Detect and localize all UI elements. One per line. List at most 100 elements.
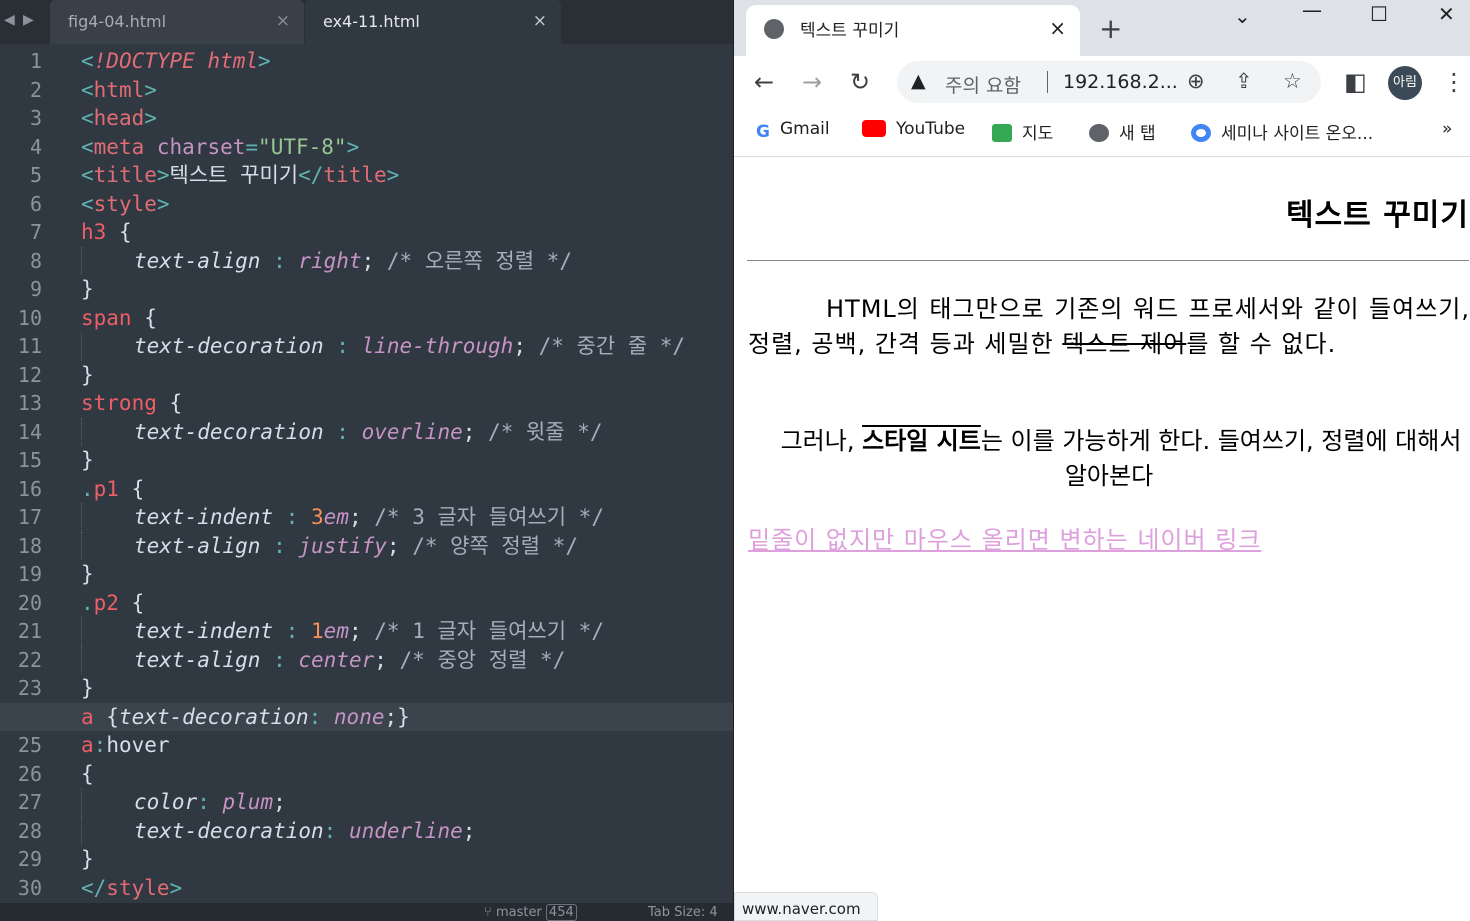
bookmark-gmail[interactable]: G Gmail [756,119,830,142]
line-number: 10 [17,305,42,330]
naver-link[interactable]: 밑줄이 없지만 마우스 올리면 변하는 네이버 링크 [748,520,1261,555]
google-icon: G [756,122,770,142]
code-line-16: .p1 { [81,476,145,501]
line-number: 9 [29,277,42,301]
line-number: 18 [17,533,42,558]
code-line-23: } [81,676,94,700]
bookmark-star-icon[interactable]: ☆ [1283,69,1302,93]
line-number: 3 [29,106,42,130]
tab-forward-icon[interactable]: ▶ [23,12,34,28]
close-icon[interactable]: × [533,11,547,31]
code-line-13: strong { [81,391,183,415]
code-line-10: span { [81,305,157,330]
tab-back-icon[interactable]: ◀ [4,12,15,28]
code-line-6: <style> [81,191,170,216]
code-line-7: h3 { [81,220,132,244]
browser-tab[interactable]: 텍스트 꾸미기 × [746,5,1080,56]
status-url-bubble: www.naver.com [734,892,878,921]
line-number: 17 [17,505,42,529]
profile-avatar[interactable]: 아림 [1388,66,1422,100]
close-icon[interactable]: × [1049,16,1066,40]
code-line-18: text-align : justify; /* 양쪽 정렬 */ [81,531,733,560]
line-number: 11 [17,334,42,358]
overline-text: 스타일 시트 [862,427,981,455]
reload-icon[interactable]: ↻ [850,68,870,96]
line-number: 7 [29,220,42,244]
maps-icon [992,124,1012,142]
line-number: 20 [17,590,42,615]
warning-icon[interactable]: ▲ [911,70,926,92]
minimize-icon[interactable]: — [1302,0,1322,22]
code-line-2: <html> [81,77,157,102]
line-number: 22 [17,647,42,672]
address-bar[interactable]: ▲ 주의 요함 192.168.2... ⊕ ⇪ ☆ [897,61,1321,103]
new-tab-button[interactable]: + [1099,12,1122,45]
browser-window: 텍스트 꾸미기 × + ⌄ — ☐ ✕ ← → ↻ ▲ 주의 요함 192.16… [733,0,1470,921]
line-number: 12 [17,362,42,387]
code-line-14: text-decoration : overline; /* 윗줄 */ [81,417,733,446]
close-icon[interactable]: × [276,11,290,31]
code-line-26: { [81,761,94,786]
code-line-25: a:hover [81,733,170,757]
bookmark-seminar[interactable]: 세미나 사이트 온오... [1191,119,1373,144]
globe-icon [1089,124,1109,142]
bookmark-maps[interactable]: 지도 [992,119,1053,144]
chrome-icon [1191,124,1211,142]
tab-search-icon[interactable]: ⌄ [1234,4,1251,28]
code-line-17: text-indent : 3em; /* 3 글자 들여쓰기 */ [81,503,733,532]
url-text[interactable]: 192.168.2... [1063,71,1178,93]
code-line-27: color: plum; [81,788,733,817]
editor-status-bar: ⑂ master 454 Tab Size: 4 [0,903,733,921]
share-icon[interactable]: ⇪ [1235,69,1253,93]
tab-size[interactable]: Tab Size: 4 [648,905,718,920]
editor-tab-bar: ◀ ▶ fig4-04.html × ex4-11.html × [0,0,733,44]
code-line-5: <title>텍스트 꾸미기</title> [81,163,400,187]
code-line-8: text-align : right; /* 오른쪽 정렬 */ [81,246,733,275]
tab-label: fig4-04.html [68,12,167,31]
code-line-3: <head> [81,106,157,130]
menu-kebab-icon[interactable]: ⋮ [1442,68,1466,96]
line-number: 19 [17,562,42,586]
code-line-28: text-decoration: underline; [81,816,733,845]
line-number: 28 [17,818,42,843]
line-number: 25 [17,733,42,757]
line-number-gutter: 1234567891011121314151617181920212223242… [0,47,55,902]
line-number: 2 [29,77,42,102]
back-icon[interactable]: ← [754,68,774,96]
code-line-15: } [81,448,94,472]
line-number: 29 [17,847,42,871]
browser-tab-title: 텍스트 꾸미기 [800,21,900,41]
forward-icon[interactable]: → [802,68,822,96]
maximize-icon[interactable]: ☐ [1370,2,1388,26]
strikethrough-text: 텍스트 제어 [1062,330,1187,358]
zoom-icon[interactable]: ⊕ [1187,69,1205,93]
tab-ex4-11[interactable]: ex4-11.html × [305,0,561,44]
globe-icon [764,19,784,39]
browser-tab-strip: 텍스트 꾸미기 × + ⌄ — ☐ ✕ [734,0,1470,56]
bookmark-youtube[interactable]: YouTube [862,119,965,139]
bookmarks-overflow-icon[interactable]: » [1442,119,1452,139]
line-number: 16 [17,476,42,501]
code-line-21: text-indent : 1em; /* 1 글자 들여쓰기 */ [81,617,733,646]
line-number: 4 [29,134,42,159]
window-close-icon[interactable]: ✕ [1438,2,1455,26]
tab-label: ex4-11.html [323,12,420,31]
line-number: 13 [17,391,42,415]
line-number: 8 [29,248,42,273]
code-area[interactable]: <!DOCTYPE html> <html> <head> <meta char… [0,47,733,902]
security-warning-text[interactable]: 주의 요함 [945,71,1021,98]
git-branch[interactable]: ⑂ master 454 [484,904,577,921]
line-number: 1 [29,49,42,73]
line-number: 14 [17,419,42,444]
line-number: 6 [29,191,42,216]
side-panel-icon[interactable]: ◧ [1344,68,1367,96]
code-line-1: <!DOCTYPE html> [81,49,271,73]
code-editor[interactable]: ◀ ▶ fig4-04.html × ex4-11.html × 1234567… [0,0,733,921]
paragraph-p1: HTML의 태그만으로 기존의 워드 프로세서와 같이 들여쓰기, 정렬, 공백… [748,295,1470,358]
line-number: 30 [17,875,42,900]
bookmarks-bar: G Gmail YouTube 지도 새 탭 세미나 사이트 온오... » [734,108,1470,157]
tab-fig4-04[interactable]: fig4-04.html × [50,0,304,44]
bookmark-new-tab[interactable]: 새 탭 [1089,119,1156,144]
horizontal-rule [747,260,1469,261]
code-line-4: <meta charset="UTF-8"> [81,134,360,159]
